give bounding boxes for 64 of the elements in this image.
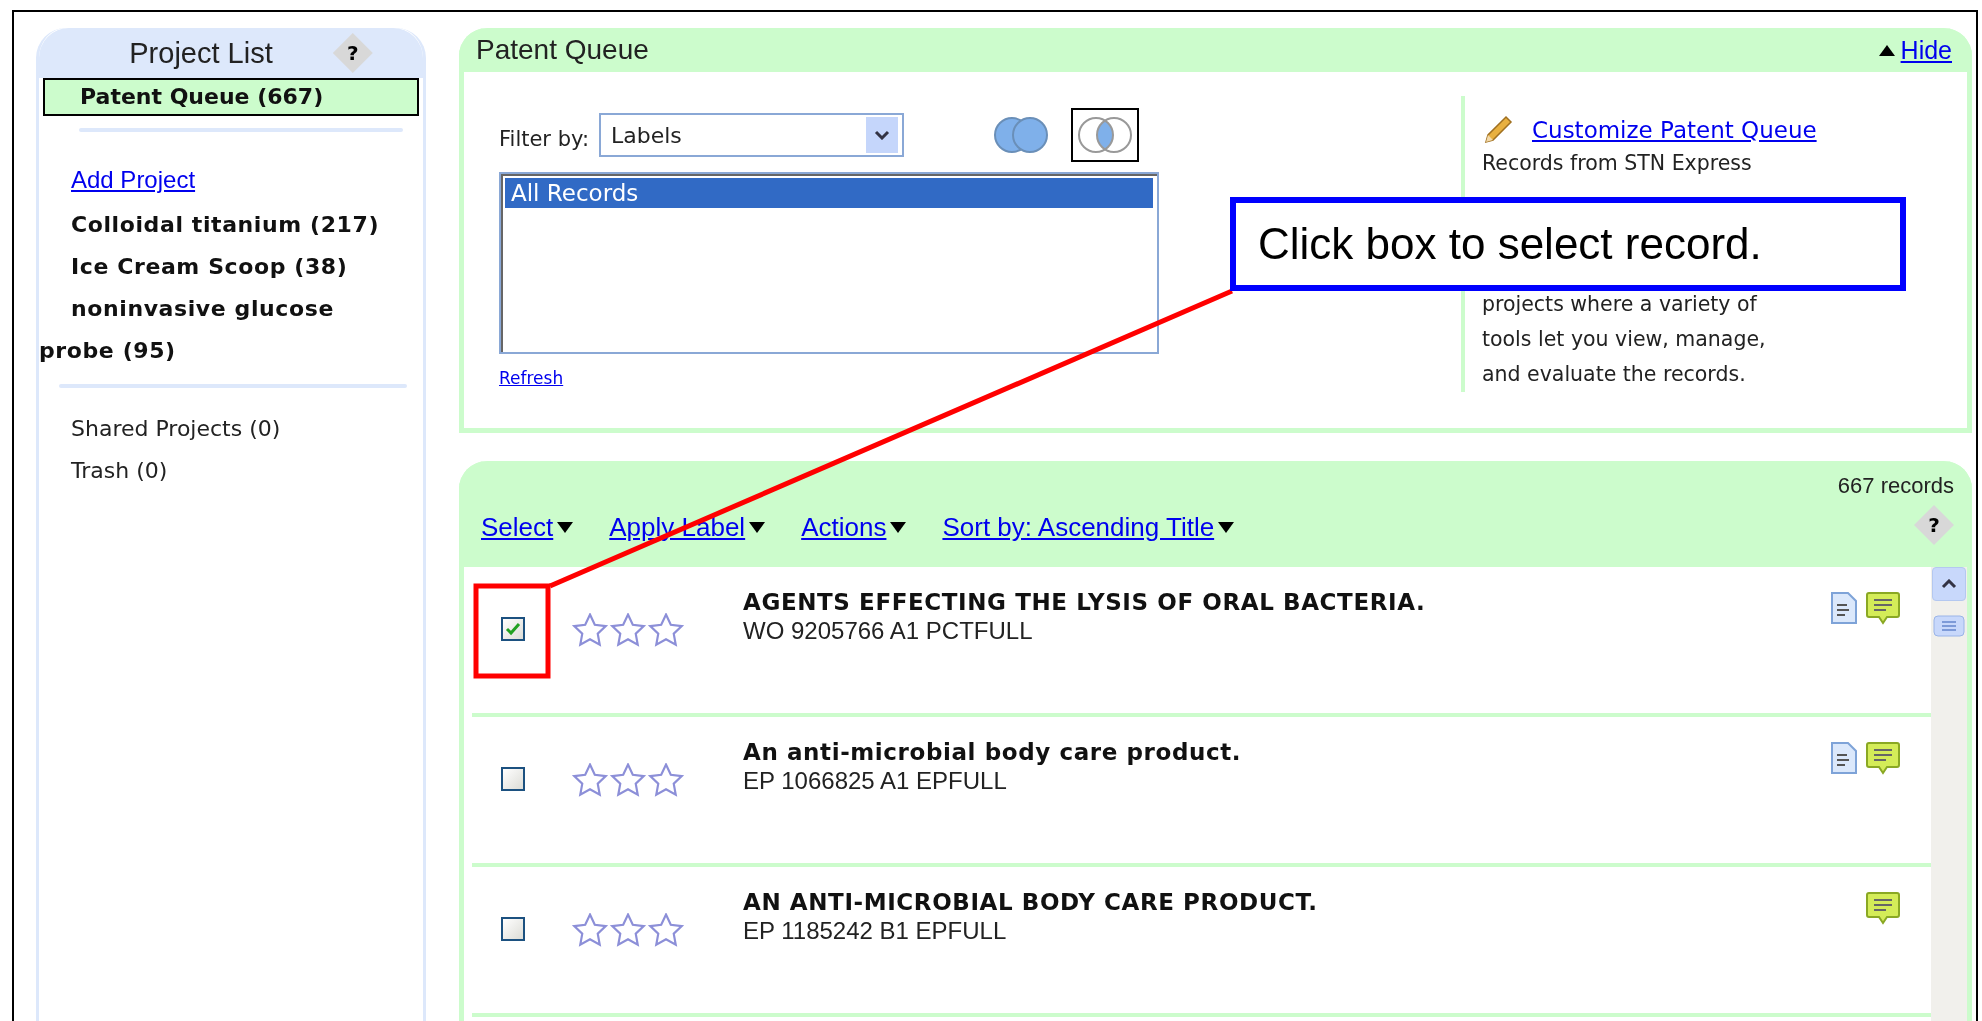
record-count: 667 records [1837, 473, 1954, 499]
caret-icon [557, 522, 574, 533]
menu-link[interactable]: Apply Label [609, 512, 766, 543]
record-title[interactable]: AGENTS EFFECTING THE LYSIS OF ORAL BACTERIA. [743, 589, 1426, 615]
panel-title: Project List [129, 36, 273, 70]
label-listbox[interactable]: All Records [499, 172, 1159, 354]
record-checkbox[interactable] [501, 917, 525, 941]
document-icon[interactable] [1829, 591, 1859, 625]
star-icon[interactable] [609, 613, 647, 647]
comment-icon[interactable] [1865, 891, 1901, 927]
star-icon[interactable] [571, 913, 609, 947]
panel-title: Patent Queue [476, 34, 649, 66]
record-title[interactable]: AN ANTI-MICROBIAL BODY CARE PRODUCT. [743, 889, 1318, 915]
description-text: Records from STN Express [1482, 150, 1753, 177]
record-number: WO 9205766 A1 PCTFULL [743, 617, 1034, 645]
menu-link[interactable]: Actions [801, 512, 907, 543]
refresh-link[interactable]: Refresh [499, 368, 564, 388]
label-option[interactable]: All Records [505, 178, 1153, 208]
callout-text: Click box to select record. [1230, 197, 1906, 291]
record-number: EP 1066825 A1 EPFULL [743, 767, 1008, 795]
star-icon[interactable] [647, 763, 685, 797]
chevron-up-icon [1941, 579, 1957, 589]
record-number: EP 1185242 B1 EPFULL [743, 917, 1008, 945]
filter-dropdown[interactable]: Labels [599, 113, 904, 157]
venn-intersection-icon [1076, 115, 1134, 155]
hide-link[interactable]: Hide [1878, 35, 1952, 65]
star-icon[interactable] [647, 913, 685, 947]
project-item[interactable]: noninvasive glucose probe (95) [39, 288, 423, 372]
star-icon[interactable] [609, 913, 647, 947]
description-text: projects where a variety of tools let you view, manage, and evaluate the records. [1482, 291, 1767, 388]
check-icon [505, 622, 521, 636]
help-button[interactable]: ? [1914, 505, 1954, 545]
scroll-up-button[interactable] [1932, 567, 1966, 601]
record-title[interactable]: An anti-microbial body care product. [743, 739, 1242, 765]
caret-icon [1878, 44, 1895, 56]
record-checkbox[interactable] [501, 767, 525, 791]
comment-icon[interactable] [1865, 741, 1901, 777]
record-checkbox[interactable] [501, 617, 525, 641]
star-icon[interactable] [571, 763, 609, 797]
scrollbar[interactable] [1931, 567, 1967, 1021]
project-item[interactable]: Patent Queue (667) [43, 78, 419, 116]
add-project-link[interactable]: Add Project [71, 166, 196, 193]
star-icon[interactable] [609, 763, 647, 797]
comment-icon[interactable] [1865, 591, 1901, 627]
customize-link[interactable]: Customize Patent Queue [1532, 117, 1817, 143]
project-item[interactable]: Ice Cream Scoop (38) [39, 246, 423, 288]
menu-link[interactable]: Select [481, 512, 574, 543]
project-item[interactable]: Shared Projects (0) [39, 408, 423, 450]
star-icon[interactable] [571, 613, 609, 647]
pencil-icon [1482, 114, 1514, 146]
document-icon[interactable] [1829, 741, 1859, 775]
venn-toggle[interactable] [1071, 108, 1139, 162]
help-button[interactable]: ? [332, 33, 373, 73]
caret-icon [1218, 522, 1235, 533]
star-icon[interactable] [647, 613, 685, 647]
filter-label: Filter by: [499, 127, 589, 151]
project-item[interactable]: Colloidal titanium (217) [39, 204, 423, 246]
caret-icon [749, 522, 766, 533]
chevron-down-icon [874, 130, 890, 140]
project-item[interactable]: Trash (0) [39, 450, 423, 492]
menu-link[interactable]: Sort by: Ascending Title [942, 512, 1235, 543]
scroll-grip-icon[interactable] [1933, 615, 1965, 637]
venn-union-icon [992, 115, 1050, 155]
caret-icon [890, 522, 907, 533]
